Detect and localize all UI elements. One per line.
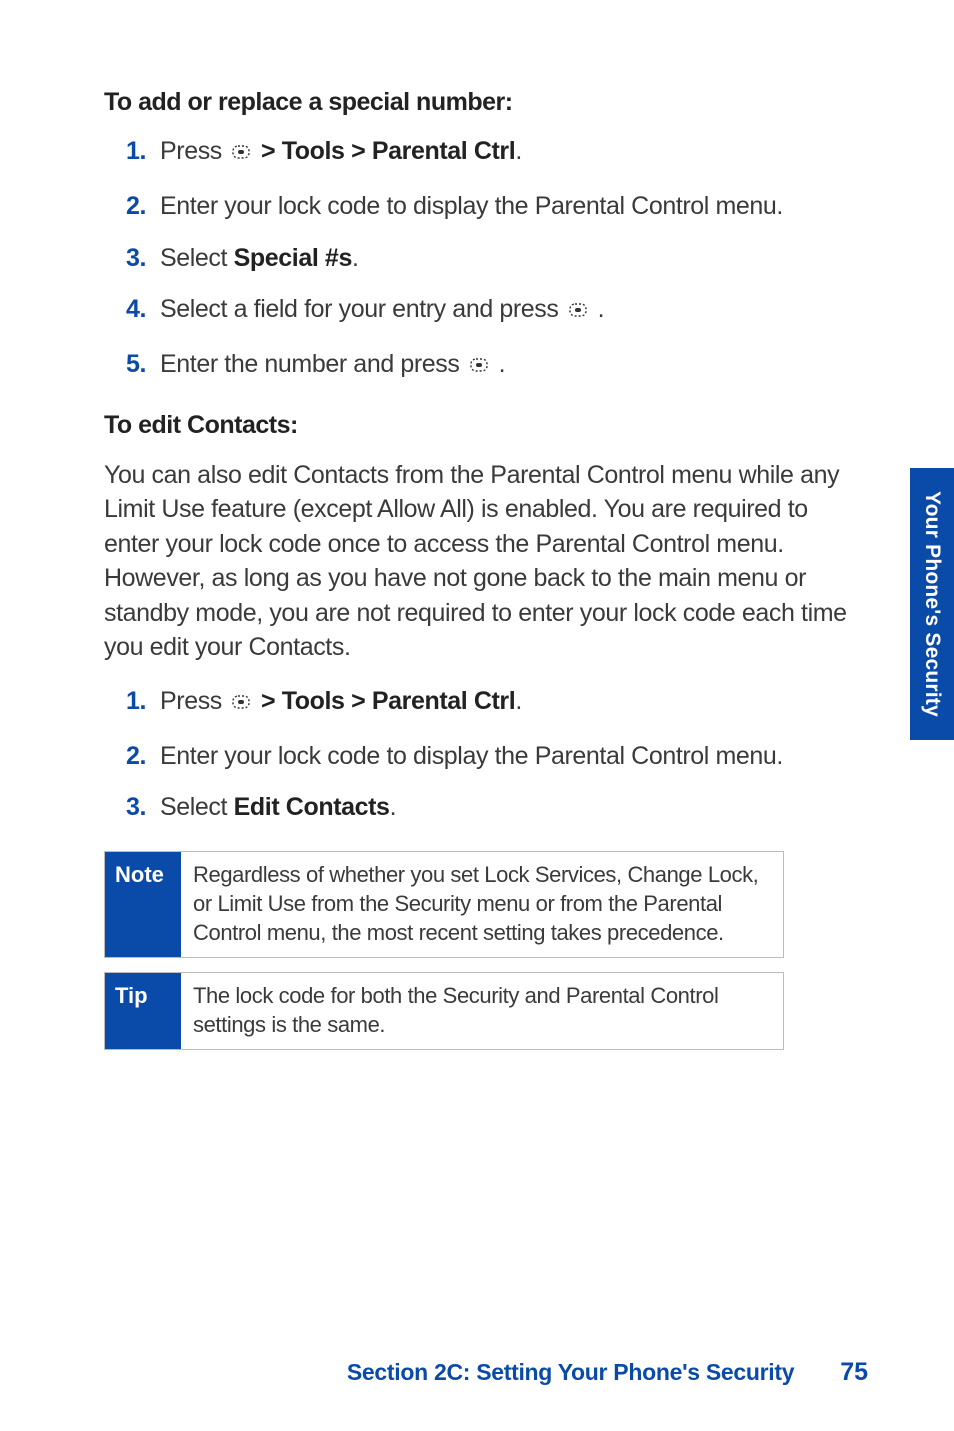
nav-key-icon [230,138,252,172]
nav-key-icon [567,296,589,330]
step-text: Enter your lock code to display the Pare… [152,190,868,224]
tip-body: The lock code for both the Security and … [181,973,783,1049]
tip-label: Tip [105,973,181,1049]
footer-page-number: 75 [840,1358,868,1387]
note-body: Regardless of whether you set Lock Servi… [181,852,783,957]
step-text: Press > Tools > Parental Ctrl. [152,135,868,172]
step-1: 1. Press > Tools > Parental Ctrl. [104,685,868,722]
step-3: 3. Select Edit Contacts. [104,791,868,825]
step-text: Select a field for your entry and press … [152,293,868,330]
step-number: 3. [104,791,152,825]
step-number: 3. [104,242,152,276]
step-number: 1. [104,135,152,169]
step-number: 2. [104,740,152,774]
nav-key-icon [230,688,252,722]
step-number: 4. [104,293,152,327]
note-label: Note [105,852,181,957]
step-2: 2. Enter your lock code to display the P… [104,740,868,774]
heading-add-replace: To add or replace a special number: [104,88,868,117]
step-1: 1. Press > Tools > Parental Ctrl. [104,135,868,172]
nav-key-icon [468,351,490,385]
step-number: 5. [104,348,152,382]
note-callout: Note Regardless of whether you set Lock … [104,851,784,958]
step-text: Select Special #s. [152,242,868,276]
step-4: 4. Select a field for your entry and pre… [104,293,868,330]
step-2: 2. Enter your lock code to display the P… [104,190,868,224]
steps-edit-contacts: 1. Press > Tools > Parental Ctrl. 2. Ent… [104,685,868,825]
step-number: 1. [104,685,152,719]
heading-edit-contacts: To edit Contacts: [104,411,868,440]
step-5: 5. Enter the number and press . [104,348,868,385]
side-tab-text: Your Phone's Security [920,491,944,717]
paragraph-edit-contacts: You can also edit Contacts from the Pare… [104,458,868,665]
step-text: Enter your lock code to display the Pare… [152,740,868,774]
footer-section-title: Section 2C: Setting Your Phone's Securit… [347,1359,794,1386]
tip-callout: Tip The lock code for both the Security … [104,972,784,1050]
step-text: Select Edit Contacts. [152,791,868,825]
page-footer: Section 2C: Setting Your Phone's Securit… [0,1358,954,1387]
step-number: 2. [104,190,152,224]
section-side-tab: Your Phone's Security [910,468,954,740]
steps-add-replace: 1. Press > Tools > Parental Ctrl. 2. Ent… [104,135,868,385]
step-text: Press > Tools > Parental Ctrl. [152,685,868,722]
step-3: 3. Select Special #s. [104,242,868,276]
step-text: Enter the number and press . [152,348,868,385]
